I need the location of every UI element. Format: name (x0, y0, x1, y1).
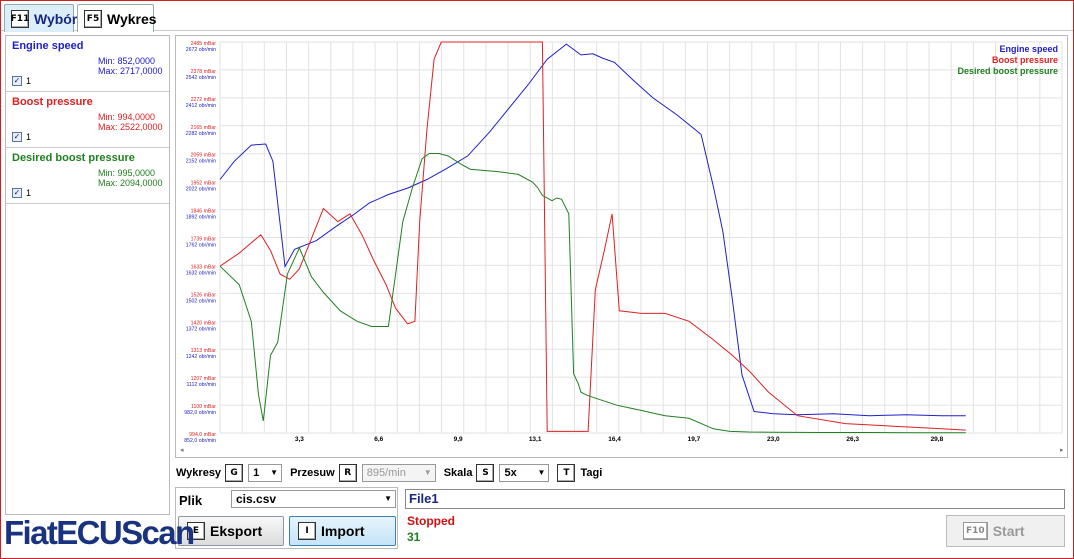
x-tick-label: 26,3 (846, 436, 859, 443)
param-checkbox[interactable]: ✓ 1 (12, 76, 31, 86)
tab-wykres-label: Wykres (107, 10, 157, 27)
y-tick-label-rpm: 1762 obr/min (186, 243, 216, 249)
param-check-label: 1 (26, 132, 32, 142)
app-logo: FiatECUScan (4, 513, 195, 552)
eksport-label: Eksport (210, 523, 263, 539)
y-tick-label-rpm: 2152 obr/min (186, 159, 216, 165)
y-tick-label-rpm: 1502 obr/min (186, 298, 216, 304)
file-name-field[interactable]: File1 (405, 489, 1065, 509)
key-g-icon: G (225, 464, 244, 482)
y-tick-label-rpm: 2672 obr/min (186, 47, 216, 53)
param-min: Min: 852,0000 (98, 56, 156, 66)
key-t-icon[interactable]: T (557, 464, 576, 482)
import-button[interactable]: I Import (289, 516, 396, 546)
param-name: Boost pressure (12, 96, 93, 108)
series-line-boost-pressure (219, 41, 966, 432)
tagi-label: Tagi (580, 467, 603, 479)
wykresy-dropdown[interactable]: 1 ▼ (248, 464, 283, 482)
y-tick-label-rpm: 2282 obr/min (186, 131, 216, 137)
legend-entry: Desired boost pressure (957, 66, 1058, 76)
plik-label: Plik (179, 493, 203, 508)
y-tick-label-rpm: 1632 obr/min (186, 270, 216, 276)
key-f10-icon: F10 (963, 522, 988, 540)
scroll-left-icon: ◂ (180, 447, 184, 454)
param-name: Desired boost pressure (12, 152, 135, 164)
param-check-label: 1 (26, 188, 32, 198)
tab-wykres[interactable]: F5 Wykres (77, 4, 157, 32)
chevron-down-icon: ▼ (384, 494, 392, 503)
key-r-icon: R (338, 464, 357, 482)
key-s-icon: S (476, 464, 495, 482)
plik-value: cis.csv (236, 492, 277, 506)
parameter-list: Engine speed Min: 852,0000 Max: 2717,000… (5, 35, 170, 515)
plik-dropdown[interactable]: cis.csv ▼ (231, 490, 396, 508)
y-tick-label-rpm: 1242 obr/min (186, 354, 216, 360)
wykresy-label: Wykresy (176, 467, 222, 479)
tab-wybor[interactable]: F11 Wybór (4, 4, 78, 32)
start-label: Start (992, 523, 1025, 539)
param-boost-pressure: Boost pressure Min: 994,0000 Max: 2522,0… (6, 92, 169, 148)
key-f5-icon: F5 (84, 9, 102, 28)
x-tick-label: 23,0 (767, 436, 780, 443)
param-min: Min: 995,0000 (98, 168, 156, 178)
file-panel: Plik cis.csv ▼ E Eksport I Import (175, 487, 398, 549)
param-min: Min: 994,0000 (98, 112, 156, 122)
chart-panel: 2485 mBar 2672 obr/min 2378 mBar 2542 obr/m… (175, 35, 1068, 458)
y-tick-label-rpm: 2542 obr/min (186, 75, 216, 81)
y-tick-label-rpm: 2412 obr/min (186, 103, 216, 109)
legend-entry: Boost pressure (992, 55, 1058, 65)
y-tick-label-rpm: 852,0 obr/min (184, 438, 216, 444)
param-engine-speed: Engine speed Min: 852,0000 Max: 2717,000… (6, 36, 169, 92)
param-max: Max: 2094,0000 (98, 178, 163, 188)
check-icon: ✓ (12, 76, 22, 86)
record-count: 31 (407, 530, 421, 544)
przesuw-dropdown[interactable]: 895/min ▼ (361, 464, 436, 482)
param-max: Max: 2717,0000 (98, 66, 163, 76)
x-tick-label: 16,4 (608, 436, 621, 443)
param-checkbox[interactable]: ✓ 1 (12, 188, 31, 198)
x-tick-label: 19,7 (688, 436, 701, 443)
skala-label: Skala (443, 467, 473, 479)
key-i-icon: I (298, 522, 316, 540)
param-max: Max: 2522,0000 (98, 122, 163, 132)
tab-wybor-label: Wybór (34, 10, 78, 27)
legend-entry: Engine speed (999, 44, 1058, 54)
chart-svg: 2485 mBar2672 obr/min2378 mBar2542 obr/m… (180, 41, 1064, 454)
przesuw-label: Przesuw (290, 467, 335, 479)
przesuw-value: 895/min (366, 467, 406, 479)
check-icon: ✓ (12, 188, 22, 198)
import-label: Import (321, 523, 365, 539)
key-f11-icon: F11 (11, 9, 29, 28)
x-tick-label: 3,3 (295, 436, 304, 443)
chart-controls: Wykresy G 1 ▼ Przesuw R 895/min ▼ Skala S … (176, 463, 606, 483)
param-checkbox[interactable]: ✓ 1 (12, 132, 31, 142)
param-check-label: 1 (26, 76, 32, 86)
y-tick-label-rpm: 1892 obr/min (186, 215, 216, 221)
y-tick-label-rpm: 1112 obr/min (186, 382, 216, 388)
y-tick-label-rpm: 2022 obr/min (186, 187, 216, 193)
scroll-right-icon: ▸ (1060, 447, 1064, 454)
y-tick-label-rpm: 982,0 obr/min (184, 410, 216, 416)
param-desired-boost: Desired boost pressure Min: 995,0000 Max… (6, 148, 169, 204)
chevron-down-icon: ▼ (537, 468, 546, 477)
series-line-engine-speed (219, 43, 966, 417)
chevron-down-icon: ▼ (270, 468, 279, 477)
x-tick-label: 9,9 (454, 436, 463, 443)
chevron-down-icon: ▼ (423, 468, 432, 477)
start-button[interactable]: F10 Start (946, 515, 1065, 547)
param-name: Engine speed (12, 40, 84, 52)
skala-dropdown[interactable]: 5x ▼ (499, 464, 550, 482)
y-tick-label-rpm: 1372 obr/min (186, 326, 216, 332)
x-tick-label: 13,1 (529, 436, 542, 443)
status-text: Stopped (407, 514, 455, 528)
tab-bar: F11 Wybór F5 Wykres (1, 1, 1073, 32)
x-tick-label: 29,8 (931, 436, 944, 443)
check-icon: ✓ (12, 132, 22, 142)
wykresy-value: 1 (253, 467, 260, 479)
x-tick-label: 6,6 (374, 436, 383, 443)
skala-value: 5x (504, 467, 517, 479)
